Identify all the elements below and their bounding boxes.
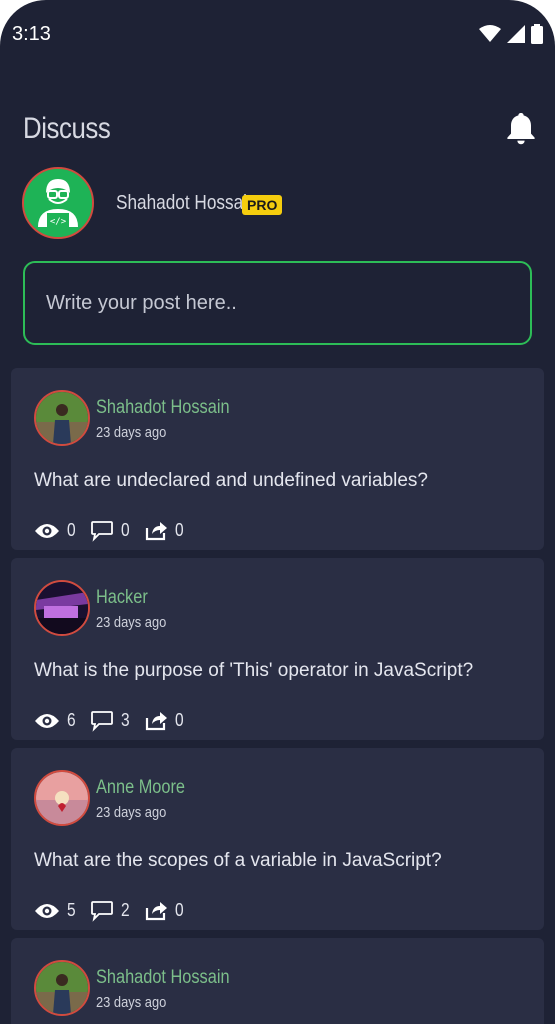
post-card[interactable]: Shahadot Hossain 23 days ago What are un… [11,368,544,550]
share-icon[interactable] [144,708,168,732]
post-card[interactable]: Hacker 23 days ago What is the purpose o… [11,558,544,740]
author-avatar[interactable] [34,770,90,826]
person-photo-icon [36,392,88,444]
author-avatar[interactable] [34,580,90,636]
share-icon[interactable] [144,898,168,922]
eye-icon [35,524,59,538]
sunset-photo-icon [36,772,88,824]
view-count: 0 [67,520,76,540]
post-composer-input[interactable] [23,261,532,345]
comment-icon[interactable] [90,518,114,542]
eye-icon [35,904,59,918]
svg-text:</>: </> [50,217,67,227]
post-author[interactable]: Shahadot Hossain [96,967,230,989]
post-card[interactable]: Shahadot Hossain 23 days ago [11,938,544,1024]
comment-icon[interactable] [90,898,114,922]
share-count: 0 [175,900,184,920]
person-photo-icon [36,962,88,1014]
comment-count: 3 [121,710,130,730]
post-time: 23 days ago [96,994,167,1011]
eye-icon [35,714,59,728]
post-time: 23 days ago [96,804,167,821]
post-question[interactable]: What are undeclared and undefined variab… [34,470,428,492]
view-count: 5 [67,900,76,920]
profile-avatar[interactable]: </> [22,167,94,239]
status-bar: 3:13 [0,0,555,72]
page-title: Discuss [23,112,111,145]
comment-count: 0 [121,520,130,540]
status-time: 3:13 [12,23,51,45]
signal-icon [507,25,525,43]
comment-count: 2 [121,900,130,920]
post-card[interactable]: Anne Moore 23 days ago What are the scop… [11,748,544,930]
status-icons [479,24,543,44]
stage-photo-icon [36,582,88,634]
profile-name[interactable]: Shahadot Hossain [116,192,257,215]
author-avatar[interactable] [34,390,90,446]
battery-icon [531,24,543,44]
post-question[interactable]: What are the scopes of a variable in Jav… [34,850,442,872]
pro-badge: PRO [242,195,283,215]
share-count: 0 [175,520,184,540]
author-avatar[interactable] [34,960,90,1016]
developer-avatar-icon: </> [24,169,92,237]
view-count: 6 [67,710,76,730]
post-question[interactable]: What is the purpose of 'This' operator i… [34,660,473,682]
comment-icon[interactable] [90,708,114,732]
share-count: 0 [175,710,184,730]
wifi-icon [479,25,501,42]
share-icon[interactable] [144,518,168,542]
post-author[interactable]: Hacker [96,587,148,609]
post-author[interactable]: Anne Moore [96,777,185,799]
app-screen: 3:13 Discuss </> Shahadot Hossain PRO Wr… [0,0,555,1024]
notification-bell-icon[interactable] [503,110,539,146]
post-time: 23 days ago [96,424,167,441]
post-author[interactable]: Shahadot Hossain [96,397,230,419]
post-time: 23 days ago [96,614,167,631]
